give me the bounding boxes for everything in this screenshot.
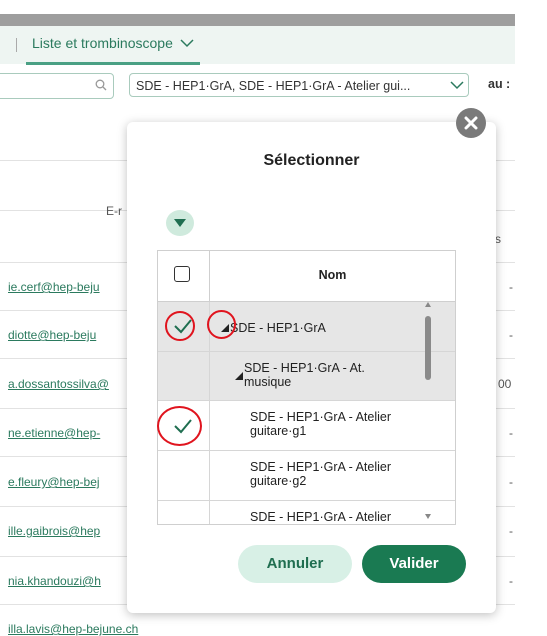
email-link[interactable]: nia.khandouzi@h <box>8 574 101 588</box>
email-link[interactable]: illa.lavis@hep-bejune.ch <box>8 622 138 636</box>
select-all-checkbox[interactable] <box>174 266 190 282</box>
email-link[interactable]: diotte@hep-beju <box>8 328 96 342</box>
row-label-line1: SDE - HEP1·GrA - At. <box>244 361 365 375</box>
search-icon <box>95 79 107 91</box>
grid-header: Nom <box>158 251 455 302</box>
grid-row[interactable]: SDE - HEP1·GrA - Atelier guitare·g1 <box>158 401 455 451</box>
row-label-line2: guitare·g2 <box>250 474 307 488</box>
selection-grid: Nom SDE - HEP1·GrA SDE - HEP1·GrA - At. … <box>157 250 456 525</box>
row-label: SDE - HEP1·GrA - Atelier guitare·g2 <box>250 460 391 488</box>
grid-row[interactable]: SDE - HEP1·GrA - Atelier guitare·g2 <box>158 451 455 501</box>
row-label-line1: SDE - HEP1·GrA - Atelier <box>250 410 392 424</box>
row-checkbox[interactable] <box>158 451 210 500</box>
email-column-header: E-r <box>106 204 122 218</box>
dialog-title: Sélectionner <box>263 152 360 169</box>
confirm-button[interactable]: Valider <box>362 545 466 583</box>
grid-row[interactable]: SDE - HEP1·GrA - At. musique <box>158 352 455 401</box>
email-link[interactable]: ille.gaibrois@hep <box>8 524 100 538</box>
close-button[interactable] <box>456 108 486 138</box>
tab-label: Liste et trombinoscope <box>32 35 173 51</box>
chevron-down-icon <box>180 39 194 48</box>
email-link[interactable]: a.dossantossilva@ <box>8 377 109 391</box>
date-au-label: au : <box>488 77 511 91</box>
row-label: SDE - HEP1·GrA - Atelier <box>250 510 392 524</box>
group-select[interactable]: SDE - HEP1·GrA, SDE - HEP1·GrA - Atelier… <box>129 73 469 97</box>
row-label-line2: guitare·g1 <box>250 424 307 438</box>
collapse-toggle-icon <box>174 219 186 227</box>
cell-value: - <box>509 524 513 538</box>
row-checkbox[interactable] <box>158 501 210 524</box>
row-label: SDE - HEP1·GrA - Atelier guitare·g1 <box>250 410 391 438</box>
tab-liste-trombinoscope[interactable]: Liste et trombinoscope <box>26 26 200 65</box>
annotation-circle <box>165 311 195 341</box>
grid-scrollbar[interactable] <box>422 300 434 522</box>
cell-value: - <box>509 475 513 489</box>
cancel-button[interactable]: Annuler <box>238 545 352 583</box>
grid-row[interactable]: SDE - HEP1·GrA - Atelier <box>158 501 455 524</box>
row-label-line1: SDE - HEP1·GrA - Atelier <box>250 460 392 474</box>
cell-value: - <box>509 426 513 440</box>
row-label: SDE - HEP1·GrA <box>230 321 326 335</box>
annotation-circle <box>207 310 236 339</box>
row-checkbox[interactable] <box>158 352 210 400</box>
expand-triangle-icon[interactable] <box>235 372 243 380</box>
row-label-line2: musique <box>244 375 292 389</box>
top-strip <box>0 14 515 26</box>
email-link[interactable]: ne.etienne@hep- <box>8 426 100 440</box>
close-icon <box>464 116 478 130</box>
cell-value: - <box>509 280 513 294</box>
cell-value: - <box>509 574 513 588</box>
annotation-circle <box>157 406 202 446</box>
tab-separator <box>16 38 17 52</box>
column-header-nom: Nom <box>318 268 347 282</box>
search-input[interactable] <box>0 73 114 99</box>
cell-value: - <box>509 328 513 342</box>
collapse-toggle-button[interactable] <box>166 210 194 236</box>
chevron-down-icon <box>450 81 464 90</box>
email-link[interactable]: e.fleury@hep-bej <box>8 475 100 489</box>
email-link[interactable]: ie.cerf@hep-beju <box>8 280 100 294</box>
row-label: SDE - HEP1·GrA - At. musique <box>244 361 365 389</box>
grid-row[interactable]: SDE - HEP1·GrA <box>158 302 455 352</box>
cell-value: 00 <box>498 377 512 391</box>
select-dialog: Sélectionner Nom SDE - HEP1·GrA SDE - HE… <box>127 122 496 613</box>
group-select-value: SDE - HEP1·GrA, SDE - HEP1·GrA - Atelier… <box>136 79 411 93</box>
